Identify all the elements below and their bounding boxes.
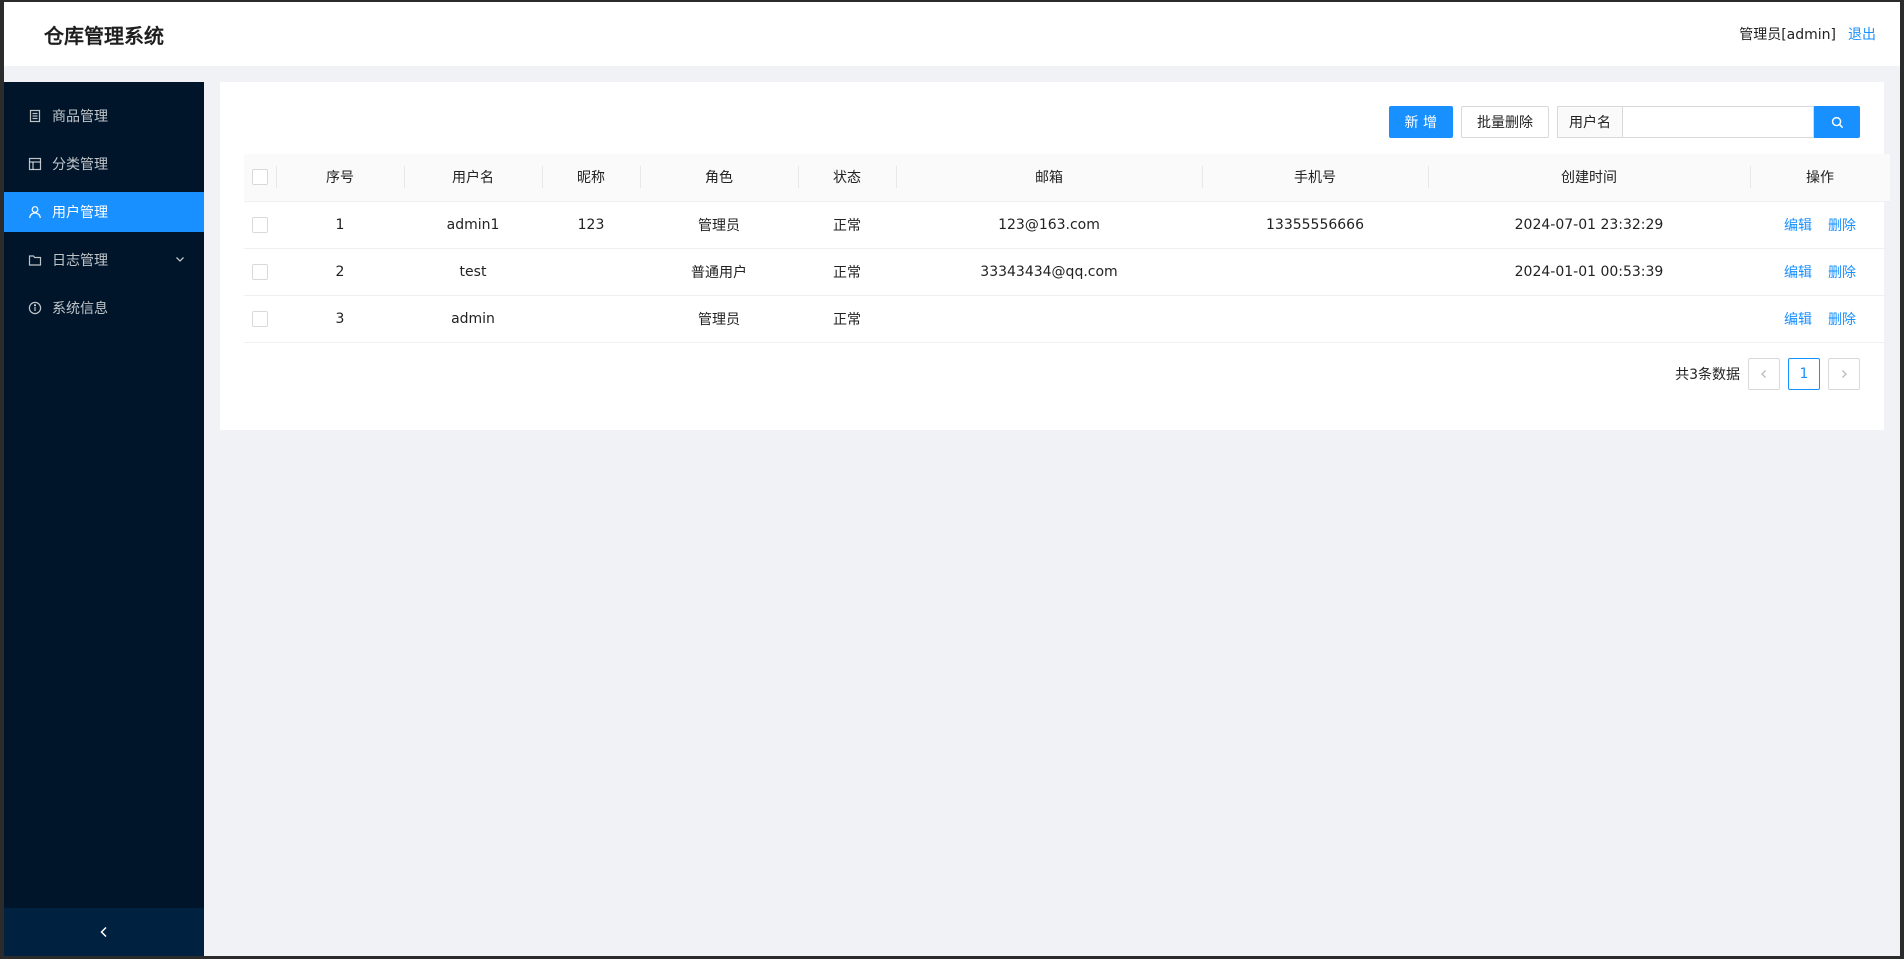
select-all-cell bbox=[244, 154, 276, 202]
edit-link[interactable]: 编辑 bbox=[1784, 265, 1812, 281]
cell-status: 正常 bbox=[798, 201, 896, 249]
cell-email: 123@163.com bbox=[896, 201, 1202, 249]
user-table-wrapper: 序号 用户名 昵称 角色 状态 邮箱 手机号 创建时间 操作 1 admin1 … bbox=[244, 154, 1890, 343]
cell-nickname bbox=[542, 248, 640, 296]
info-circle-icon bbox=[28, 301, 42, 315]
chevron-left-icon bbox=[100, 926, 107, 938]
prev-page-button[interactable] bbox=[1748, 358, 1780, 390]
column-header: 创建时间 bbox=[1428, 154, 1750, 202]
column-header: 昵称 bbox=[542, 154, 640, 202]
row-checkbox[interactable] bbox=[252, 310, 268, 327]
sidebar-item-label: 商品管理 bbox=[52, 109, 108, 125]
sidebar-item-logs[interactable]: 日志管理 bbox=[4, 240, 204, 280]
cell-email bbox=[896, 295, 1202, 343]
sidebar-item-label: 系统信息 bbox=[52, 301, 108, 317]
user-icon bbox=[28, 205, 42, 219]
pagination-total: 共3条数据 bbox=[1675, 367, 1740, 383]
product-list-icon bbox=[28, 109, 42, 123]
sidebar-item-label: 分类管理 bbox=[52, 157, 108, 173]
cell-index: 2 bbox=[276, 248, 404, 296]
cell-created bbox=[1428, 295, 1750, 343]
add-user-button[interactable]: 新 增 bbox=[1388, 106, 1453, 138]
table-row: 3 admin 管理员 正常 编辑 删除 bbox=[244, 295, 1890, 343]
row-checkbox[interactable] bbox=[252, 263, 268, 280]
cell-role: 管理员 bbox=[640, 295, 798, 343]
username-search-input[interactable] bbox=[1622, 106, 1814, 138]
delete-link[interactable]: 删除 bbox=[1828, 218, 1856, 234]
sidebar-collapse-button[interactable] bbox=[4, 908, 204, 956]
column-header: 角色 bbox=[640, 154, 798, 202]
cell-created: 2024-01-01 00:53:39 bbox=[1428, 248, 1750, 296]
logout-link[interactable]: 退出 bbox=[1848, 24, 1876, 44]
table-row: 2 test 普通用户 正常 33343434@qq.com 2024-01-0… bbox=[244, 248, 1890, 296]
column-header: 操作 bbox=[1750, 154, 1890, 202]
table-header-row: 序号 用户名 昵称 角色 状态 邮箱 手机号 创建时间 操作 bbox=[244, 154, 1890, 202]
cell-username: test bbox=[404, 248, 542, 296]
select-all-checkbox[interactable] bbox=[252, 169, 268, 186]
sidebar-item-system-info[interactable]: 系统信息 bbox=[4, 288, 204, 328]
search-button[interactable] bbox=[1814, 106, 1860, 138]
table-row: 1 admin1 123 管理员 正常 123@163.com 13355556… bbox=[244, 201, 1890, 249]
folder-icon bbox=[28, 253, 42, 267]
sidebar-item-users[interactable]: 用户管理 bbox=[4, 192, 204, 232]
row-select-cell bbox=[244, 248, 276, 296]
cell-role: 普通用户 bbox=[640, 248, 798, 296]
batch-delete-button[interactable]: 批量删除 bbox=[1461, 106, 1549, 138]
column-header: 邮箱 bbox=[896, 154, 1202, 202]
header-user-area: 管理员[admin] 退出 bbox=[1739, 24, 1876, 44]
edit-link[interactable]: 编辑 bbox=[1784, 218, 1812, 234]
column-header: 序号 bbox=[276, 154, 404, 202]
cell-email: 33343434@qq.com bbox=[896, 248, 1202, 296]
top-header: 仓库管理系统 管理员[admin] 退出 bbox=[4, 2, 1900, 66]
pagination: 共3条数据 1 bbox=[1675, 358, 1860, 390]
search-group: 用户名 bbox=[1557, 106, 1860, 138]
table-toolbar: 新 增 批量删除 用户名 bbox=[1388, 106, 1860, 138]
column-header: 手机号 bbox=[1202, 154, 1428, 202]
cell-created: 2024-07-01 23:32:29 bbox=[1428, 201, 1750, 249]
cell-phone bbox=[1202, 248, 1428, 296]
chevron-right-icon bbox=[1842, 370, 1847, 378]
delete-link[interactable]: 删除 bbox=[1828, 312, 1856, 328]
cell-username: admin1 bbox=[404, 201, 542, 249]
row-select-cell bbox=[244, 295, 276, 343]
chevron-down-icon bbox=[176, 257, 184, 262]
cell-phone: 13355556666 bbox=[1202, 201, 1428, 249]
edit-link[interactable]: 编辑 bbox=[1784, 312, 1812, 328]
sidebar-item-products[interactable]: 商品管理 bbox=[4, 96, 204, 136]
cell-status: 正常 bbox=[798, 295, 896, 343]
cell-username: admin bbox=[404, 295, 542, 343]
cell-nickname: 123 bbox=[542, 201, 640, 249]
cell-phone bbox=[1202, 295, 1428, 343]
app-window: 仓库管理系统 管理员[admin] 退出 商品管理 分类管理 用户管理 日志管理… bbox=[4, 2, 1900, 956]
cell-status: 正常 bbox=[798, 248, 896, 296]
sidebar-item-label: 用户管理 bbox=[52, 205, 108, 221]
chevron-left-icon bbox=[1761, 370, 1766, 378]
row-select-cell bbox=[244, 201, 276, 249]
cell-actions: 编辑 删除 bbox=[1750, 295, 1890, 343]
cell-index: 1 bbox=[276, 201, 404, 249]
row-checkbox[interactable] bbox=[252, 216, 268, 233]
sidebar: 商品管理 分类管理 用户管理 日志管理 系统信息 bbox=[4, 82, 204, 956]
column-header: 用户名 bbox=[404, 154, 542, 202]
delete-link[interactable]: 删除 bbox=[1828, 265, 1856, 281]
current-user-label: 管理员[admin] bbox=[1739, 27, 1836, 43]
content-card: 新 增 批量删除 用户名 序号 用户名 昵称 角色 状态 邮箱 手机号 创建时间… bbox=[220, 82, 1890, 430]
cell-nickname bbox=[542, 295, 640, 343]
search-addon-label: 用户名 bbox=[1557, 106, 1622, 138]
cell-actions: 编辑 删除 bbox=[1750, 201, 1890, 249]
sidebar-item-label: 日志管理 bbox=[52, 253, 108, 269]
sidebar-menu: 商品管理 分类管理 用户管理 日志管理 系统信息 bbox=[4, 82, 204, 328]
user-table: 序号 用户名 昵称 角色 状态 邮箱 手机号 创建时间 操作 1 admin1 … bbox=[244, 154, 1890, 343]
cell-index: 3 bbox=[276, 295, 404, 343]
search-icon bbox=[1831, 116, 1843, 128]
cell-actions: 编辑 删除 bbox=[1750, 248, 1890, 296]
app-title: 仓库管理系统 bbox=[44, 23, 164, 48]
page-number-button[interactable]: 1 bbox=[1788, 358, 1820, 390]
category-layout-icon bbox=[28, 157, 42, 171]
column-header: 状态 bbox=[798, 154, 896, 202]
cell-role: 管理员 bbox=[640, 201, 798, 249]
sidebar-item-categories[interactable]: 分类管理 bbox=[4, 144, 204, 184]
next-page-button[interactable] bbox=[1828, 358, 1860, 390]
